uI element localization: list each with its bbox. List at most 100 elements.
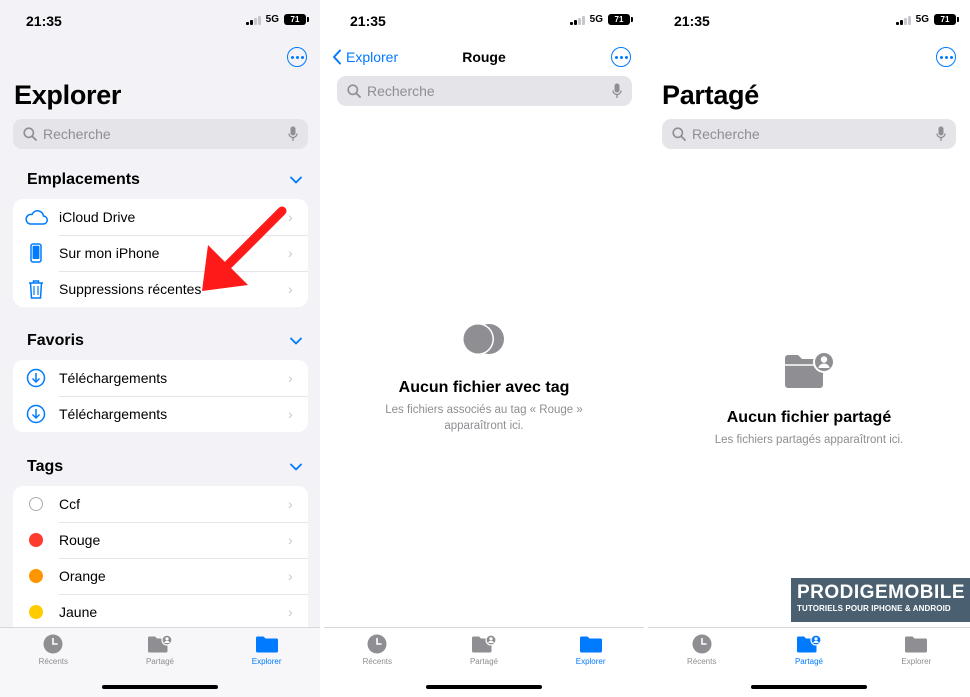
tab-recents[interactable]: Récents — [337, 634, 417, 697]
page-title: Partagé — [662, 80, 759, 110]
empty-state: Aucun fichier partagé Les fichiers parta… — [648, 350, 970, 448]
status-time: 21:35 — [674, 13, 710, 29]
list-item-downloads[interactable]: Téléchargements › — [13, 396, 308, 432]
favorites-list: Téléchargements › Téléchargements › — [13, 360, 308, 432]
tab-label: Récents — [362, 657, 392, 666]
search-placeholder: Recherche — [367, 83, 435, 99]
screen-explorer: 21:35 5G 71 Explorer Recherche Emplaceme… — [0, 0, 320, 697]
search-placeholder: Recherche — [43, 126, 111, 142]
clock-icon — [367, 634, 387, 654]
cloud-icon — [25, 210, 48, 225]
tab-explorer[interactable]: Explorer — [876, 634, 956, 697]
search-icon — [347, 84, 361, 98]
chevron-right-icon: › — [288, 604, 293, 620]
list-item-tag-orange[interactable]: Orange › — [13, 558, 308, 594]
chevron-right-icon: › — [288, 568, 293, 584]
empty-title: Aucun fichier avec tag — [398, 379, 570, 396]
list-item-label: Téléchargements — [59, 406, 168, 422]
list-item-downloads[interactable]: Téléchargements › — [13, 360, 308, 396]
tab-label: Explorer — [575, 657, 606, 666]
status-bar: 21:35 5G 71 — [324, 0, 644, 40]
home-indicator — [751, 685, 867, 689]
tab-explorer[interactable]: Explorer — [551, 634, 631, 697]
tab-recents[interactable]: Récents — [13, 634, 93, 697]
status-time: 21:35 — [26, 13, 62, 29]
screen-tag-rouge: 21:35 5G 71 Explorer Rouge Recherche Auc… — [324, 0, 644, 697]
clock-icon — [43, 634, 63, 654]
battery-icon: 71 — [608, 14, 633, 25]
list-item-tag-jaune[interactable]: Jaune › — [13, 594, 308, 628]
list-item-label: Jaune — [59, 604, 98, 620]
home-indicator — [102, 685, 218, 689]
section-header-tags[interactable]: Tags — [27, 457, 302, 477]
empty-subtitle-line2: apparaîtront ici. — [444, 420, 524, 432]
more-options-button[interactable] — [936, 47, 956, 67]
chevron-right-icon: › — [288, 281, 293, 297]
chevron-down-icon — [290, 337, 302, 345]
signal-icon — [895, 15, 911, 25]
iphone-icon — [30, 243, 42, 263]
tab-recents[interactable]: Récents — [662, 634, 742, 697]
list-item-label: Ccf — [59, 496, 80, 512]
nav-title: Rouge — [462, 49, 506, 65]
chevron-right-icon: › — [288, 209, 293, 225]
chevron-right-icon: › — [288, 370, 293, 386]
annotation-arrow-icon — [202, 206, 287, 291]
chevron-down-icon — [290, 463, 302, 471]
status-time: 21:35 — [350, 13, 386, 29]
trash-icon — [29, 280, 43, 299]
chevron-right-icon: › — [288, 496, 293, 512]
list-item-tag-ccf[interactable]: Ccf › — [13, 486, 308, 522]
tab-label: Explorer — [901, 657, 932, 666]
tab-label: Récents — [38, 657, 68, 666]
clock-icon — [692, 634, 712, 654]
tab-explorer[interactable]: Explorer — [227, 634, 307, 697]
network-label: 5G — [915, 14, 929, 25]
tab-label: Explorer — [251, 657, 282, 666]
tab-label: Partagé — [145, 657, 174, 666]
watermark-brand: PRODIGEMOBILE — [797, 582, 966, 603]
chevron-right-icon: › — [288, 406, 293, 422]
search-input[interactable]: Recherche — [337, 76, 632, 106]
microphone-icon[interactable] — [936, 126, 946, 142]
more-options-button[interactable] — [287, 47, 307, 67]
empty-state: Aucun fichier avec tag Les fichiers asso… — [324, 322, 644, 434]
page-title: Explorer — [14, 80, 122, 110]
section-label: Emplacements — [27, 171, 140, 188]
list-item-tag-rouge[interactable]: Rouge › — [13, 522, 308, 558]
empty-title: Aucun fichier partagé — [726, 409, 892, 426]
signal-icon — [245, 15, 261, 25]
search-icon — [672, 127, 686, 141]
tag-dot-icon — [29, 533, 43, 547]
search-placeholder: Recherche — [692, 126, 760, 142]
shared-folder-icon — [796, 634, 822, 653]
tag-dot-icon — [29, 569, 43, 583]
network-label: 5G — [589, 14, 603, 25]
network-label: 5G — [265, 14, 279, 25]
folder-icon — [255, 636, 278, 653]
tags-list: Ccf › Rouge › Orange › Jaune › — [13, 486, 308, 628]
microphone-icon[interactable] — [612, 83, 622, 99]
watermark-tagline: TUTORIELS POUR IPHONE & ANDROID — [797, 604, 951, 613]
tab-label: Partagé — [469, 657, 498, 666]
microphone-icon[interactable] — [288, 126, 298, 142]
search-icon — [23, 127, 37, 141]
empty-subtitle: Les fichiers partagés apparaîtront ici. — [714, 434, 904, 446]
empty-subtitle-line1: Les fichiers associés au tag « Rouge » — [385, 404, 583, 416]
chevron-right-icon: › — [288, 245, 293, 261]
section-label: Tags — [27, 458, 64, 475]
chevron-right-icon: › — [288, 532, 293, 548]
section-label: Favoris — [27, 332, 84, 349]
search-input[interactable]: Recherche — [13, 119, 308, 149]
section-header-locations[interactable]: Emplacements — [27, 170, 302, 190]
more-options-button[interactable] — [611, 47, 631, 67]
tag-dot-icon — [29, 605, 43, 619]
list-item-label: Orange — [59, 568, 106, 584]
folder-icon — [905, 636, 928, 653]
search-input[interactable]: Recherche — [662, 119, 956, 149]
tab-label: Récents — [686, 657, 717, 666]
list-item-label: Téléchargements — [59, 370, 168, 386]
list-item-label: Rouge — [59, 532, 101, 548]
section-header-favorites[interactable]: Favoris — [27, 331, 302, 351]
shared-folder-icon — [471, 634, 497, 653]
